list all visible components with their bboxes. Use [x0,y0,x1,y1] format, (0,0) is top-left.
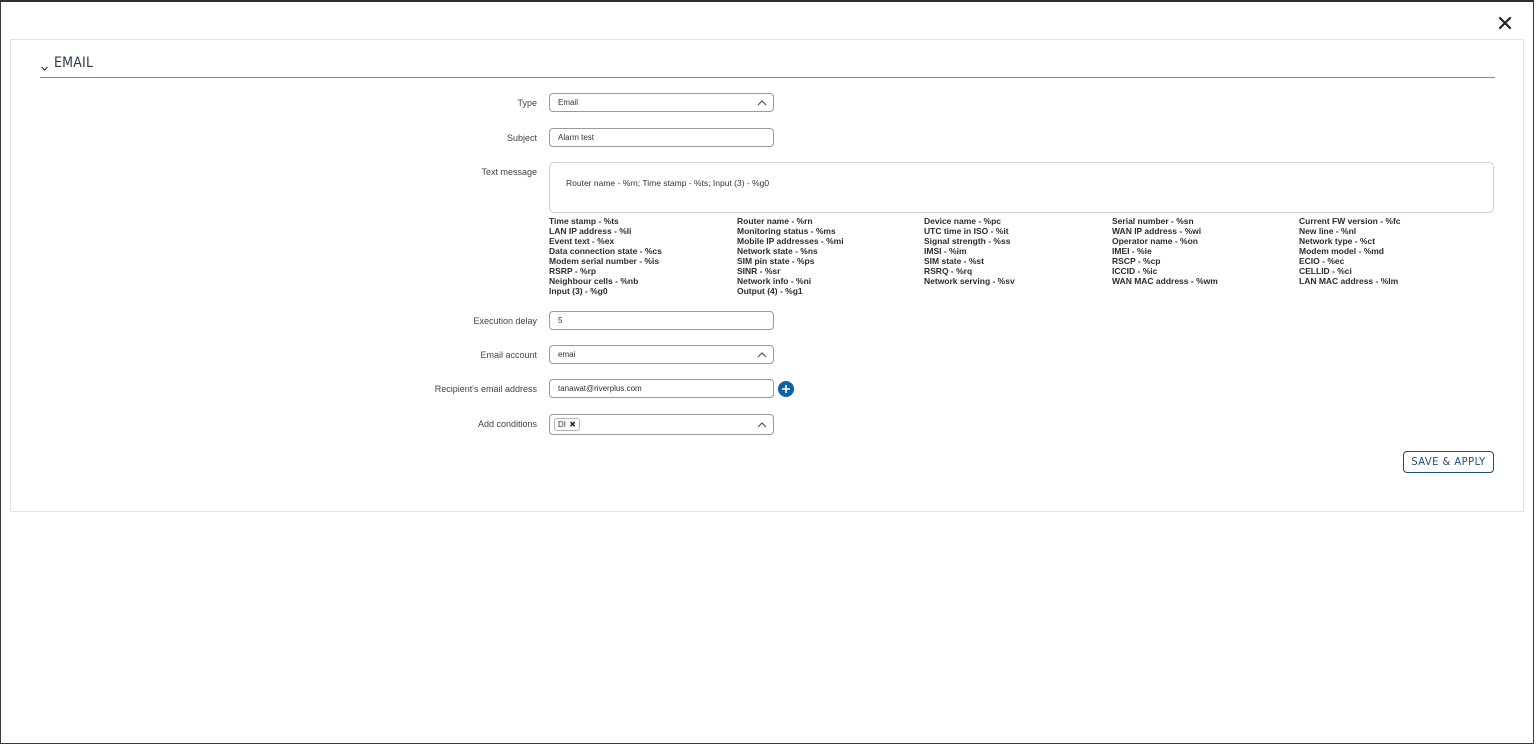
variable-item: Network state - %ns [737,246,818,256]
variables-column: Device name - %pc UTC time in ISO - %it … [924,216,1104,286]
variable-item: Data connection state - %cs [549,246,662,256]
variable-item: RSRQ - %rq [924,266,973,276]
chevron-up-icon [757,351,767,360]
variable-item: Monitoring status - %ms [737,226,836,236]
execution-delay-input[interactable]: 5 [549,311,774,330]
subject-value: Alarm test [558,133,595,142]
variable-item: Event text - %ex [549,236,615,246]
variable-item: Network serving - %sv [924,276,1015,286]
chevron-down-icon[interactable] [40,60,49,78]
section-title: EMAIL [54,55,94,71]
variable-item: SIM pin state - %ps [737,256,815,266]
add-recipient-button[interactable] [778,381,794,397]
variable-item: Modem serial number - %is [549,256,660,266]
variable-item: SINR - %sr [737,266,781,276]
variable-item: Neighbour cells - %nb [549,276,639,286]
variable-item: Modem model - %md [1299,246,1385,256]
variable-item: Operator name - %on [1112,236,1198,246]
variable-item: New line - %nl [1299,226,1357,236]
variable-item: CELLID - %ci [1299,266,1352,276]
variable-item: Router name - %rn [737,216,813,226]
subject-label: Subject [506,133,537,143]
variables-column: Router name - %rn Monitoring status - %m… [737,216,917,296]
save-apply-button[interactable]: SAVE & APPLY [1403,451,1494,473]
variables-column: Time stamp - %ts LAN IP address - %li Ev… [549,216,729,296]
text-message-textarea[interactable]: Router name - %rn; Time stamp - %ts; Inp… [549,162,1494,213]
variable-item: ECIO - %ec [1299,256,1345,266]
section-header[interactable]: EMAIL [40,54,1495,78]
variable-item: ICCID - %ic [1112,266,1158,276]
chevron-up-icon [757,99,767,108]
variable-item: Mobile IP addresses - %mi [737,236,844,246]
variable-item: Time stamp - %ts [549,216,619,226]
variable-item: Serial number - %sn [1112,216,1194,226]
variables-column: Current FW version - %fc New line - %nl … [1299,216,1479,286]
variable-item: Current FW version - %fc [1299,216,1401,226]
variable-item: Network type - %ct [1299,236,1376,246]
variable-item: Signal strength - %ss [924,236,1011,246]
text-message-value: Router name - %rn; Time stamp - %ts; Inp… [566,178,770,188]
variables-column: Serial number - %sn WAN IP address - %wi… [1112,216,1292,286]
remove-tag-icon[interactable]: ✖ [569,420,576,429]
variable-item: RSRP - %rp [549,266,597,276]
variable-item: Input (3) - %g0 [549,286,608,296]
variable-item: LAN IP address - %li [549,226,632,236]
type-label: Type [517,98,537,108]
add-conditions-select[interactable]: DI ✖ [549,414,774,435]
condition-tag-label: DI [558,420,566,429]
email-account-select[interactable]: emai [549,345,774,364]
variable-item: WAN MAC address - %wm [1112,276,1218,286]
variable-item: LAN MAC address - %lm [1299,276,1399,286]
recipient-email-input[interactable]: tanawat@riverplus.com [549,379,774,398]
variable-item: SIM state - %st [924,256,984,266]
recipient-label: Recipient's email address [434,384,537,394]
email-account-value: emai [558,350,576,359]
add-conditions-label: Add conditions [477,419,537,429]
subject-input[interactable]: Alarm test [549,128,774,147]
text-message-label: Text message [481,167,537,177]
type-select[interactable]: Email [549,93,774,112]
close-icon[interactable] [1496,14,1514,32]
plus-icon [782,385,790,393]
variable-item: IMSI - %im [924,246,967,256]
type-value: Email [558,98,579,107]
variable-item: UTC time in ISO - %it [924,226,1009,236]
chevron-up-icon [757,421,767,430]
variable-item: WAN IP address - %wi [1112,226,1202,236]
email-panel: EMAIL Type Email Subject Alarm test Text… [10,39,1524,512]
condition-tag: DI ✖ [554,418,580,431]
email-account-label: Email account [480,350,537,360]
variable-item: Network info - %ni [737,276,812,286]
variable-item: RSCP - %cp [1112,256,1161,266]
recipient-email-value: tanawat@riverplus.com [558,384,642,393]
execution-delay-value: 5 [558,316,563,325]
variable-item: Device name - %pc [924,216,1002,226]
variable-item: Output (4) - %g1 [737,286,803,296]
execution-delay-label: Execution delay [473,316,537,326]
variable-item: IMEI - %ie [1112,246,1152,256]
